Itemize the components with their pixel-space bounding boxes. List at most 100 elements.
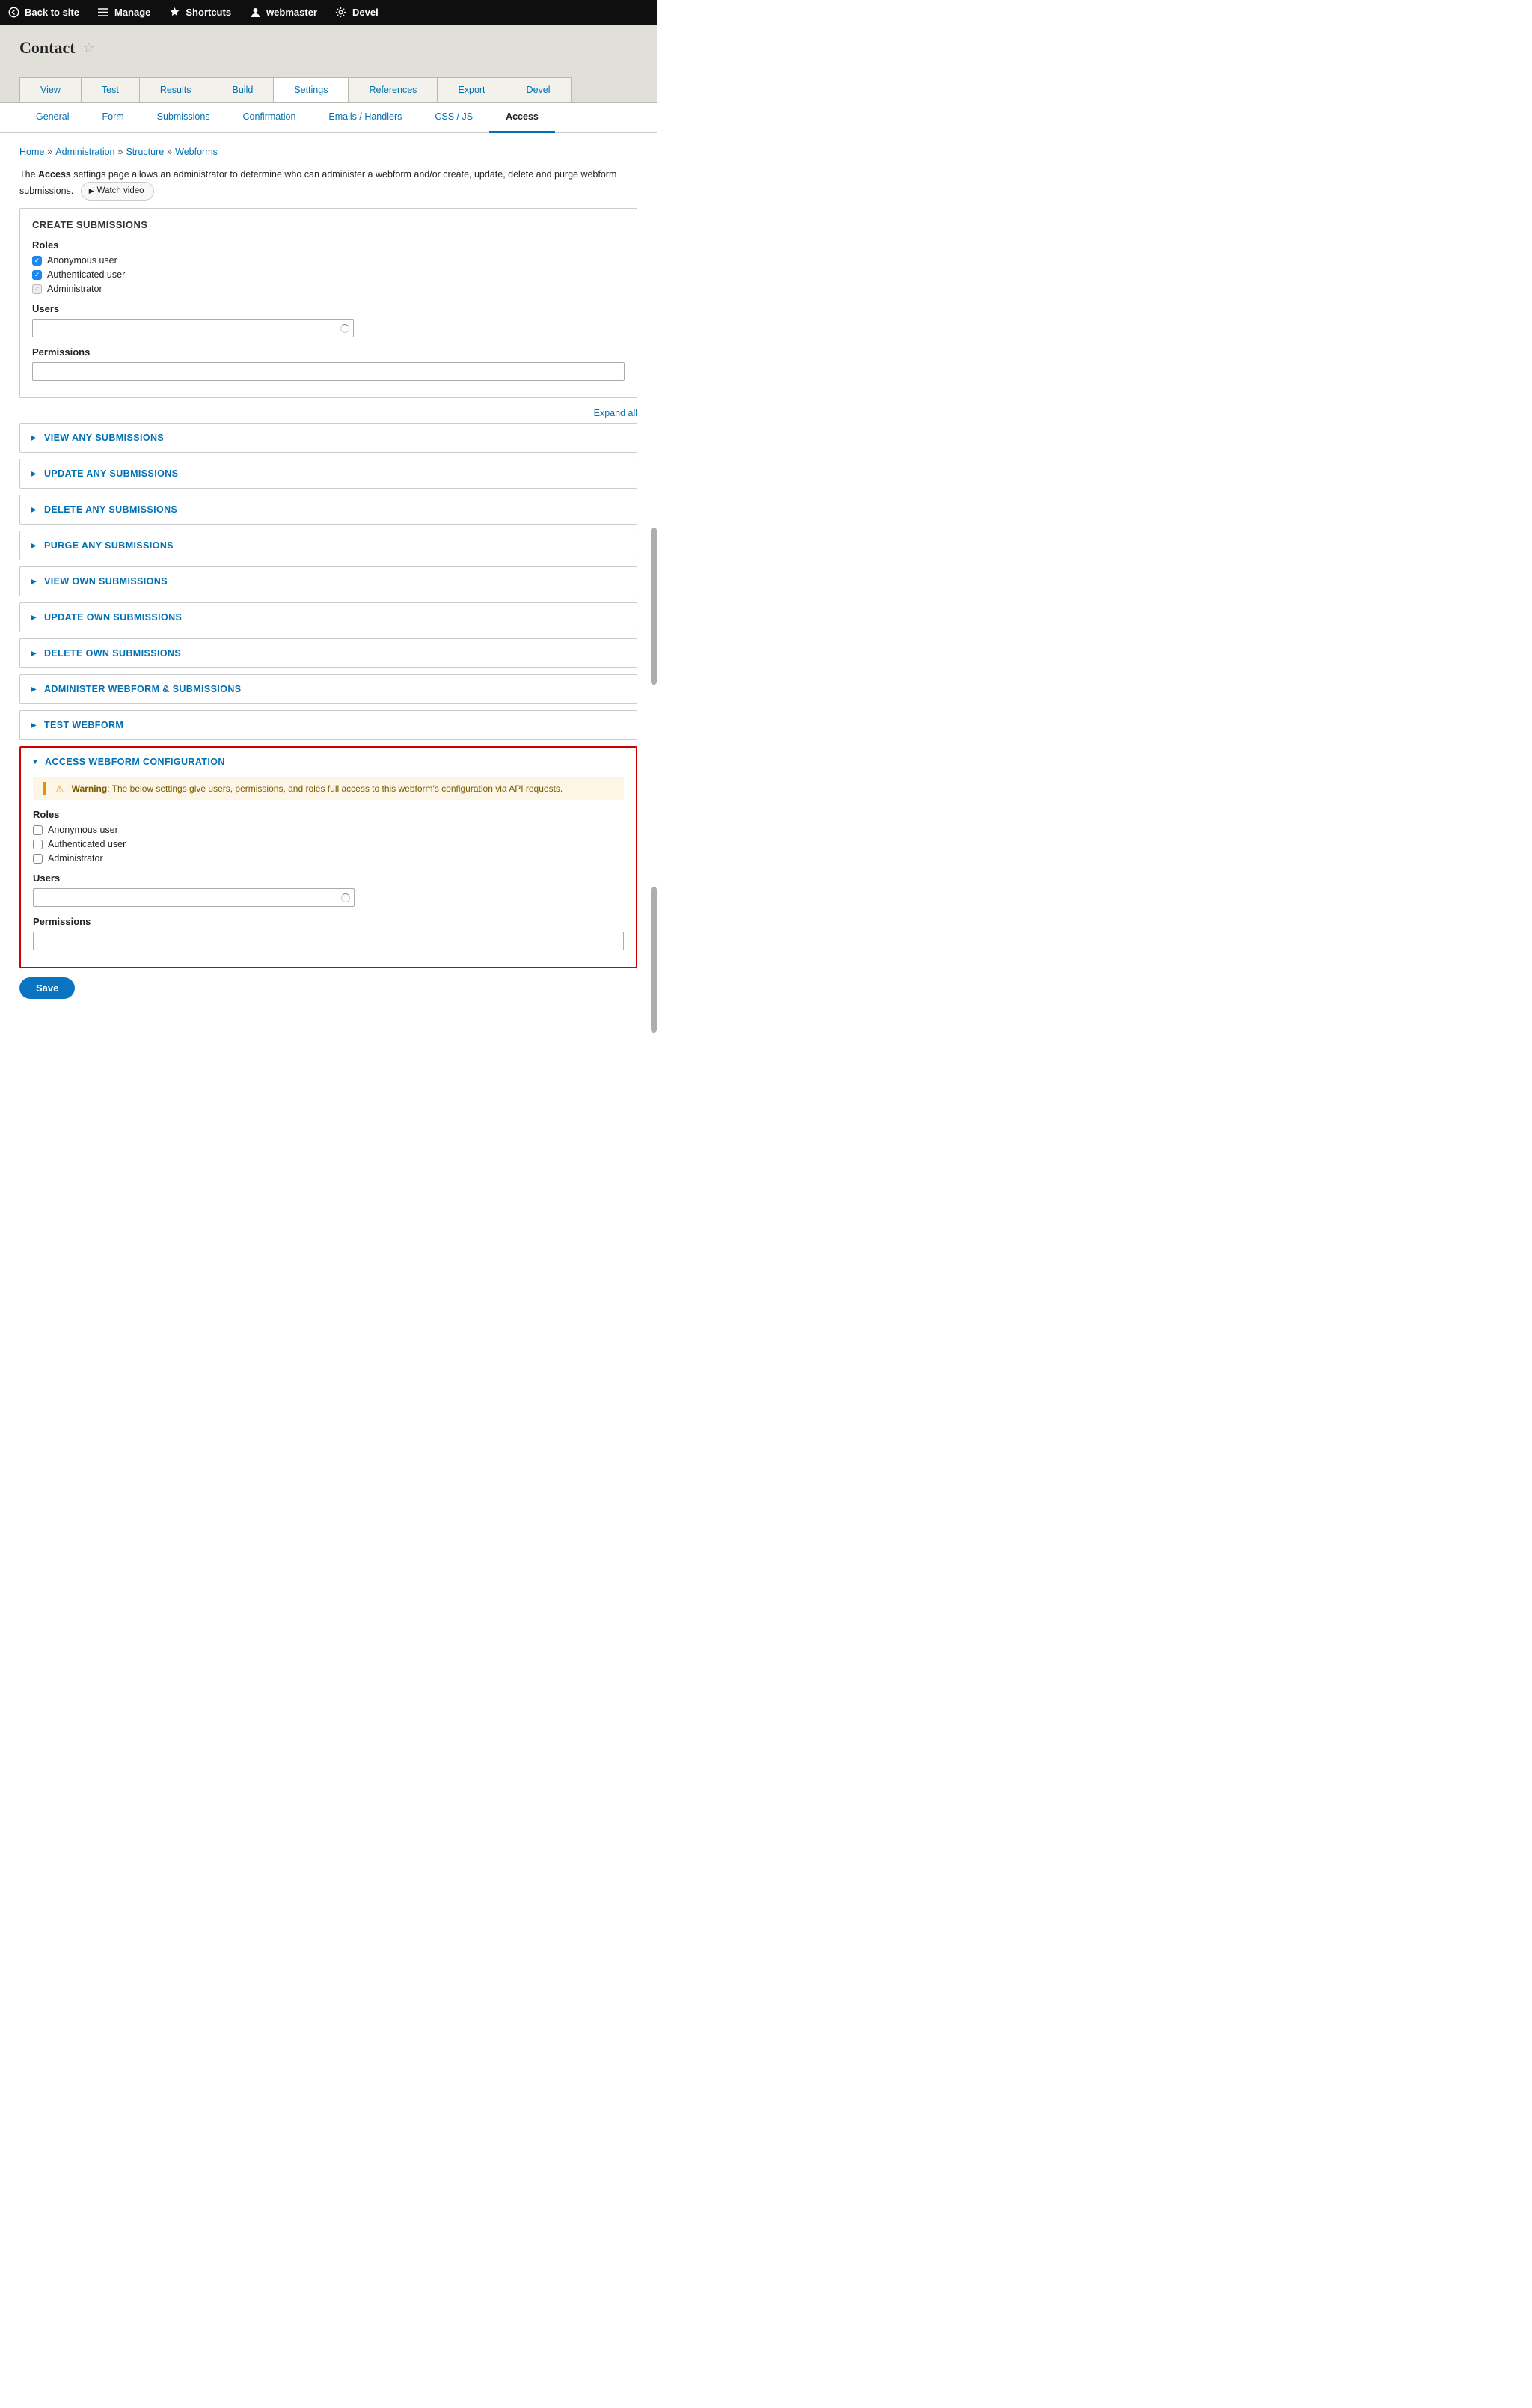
breadcrumb: Home»Administration»Structure»Webforms xyxy=(19,147,637,157)
tab-test[interactable]: Test xyxy=(81,77,140,102)
panel-summary[interactable]: ▶ PURGE ANY SUBMISSIONS xyxy=(20,531,637,560)
panel-title: PURGE ANY SUBMISSIONS xyxy=(44,540,174,551)
save-button[interactable]: Save xyxy=(19,977,75,999)
subtab-access[interactable]: Access xyxy=(489,103,555,133)
tab-export[interactable]: Export xyxy=(437,77,506,102)
secondary-tabs: GeneralFormSubmissionsConfirmationEmails… xyxy=(0,103,657,133)
role-checkbox[interactable] xyxy=(33,854,43,864)
manage-link[interactable]: Manage xyxy=(90,7,161,19)
autocomplete-spinner-icon xyxy=(340,324,349,333)
tab-results[interactable]: Results xyxy=(139,77,212,102)
breadcrumb-separator: » xyxy=(164,147,175,157)
warning-icon: ⚠ xyxy=(55,783,64,795)
tab-view[interactable]: View xyxy=(19,77,82,102)
panel-summary[interactable]: ▼ ACCESS WEBFORM CONFIGURATION xyxy=(21,748,636,774)
permissions-input[interactable] xyxy=(33,932,624,950)
warning-strong: Warning xyxy=(72,783,108,794)
page-title: Contact xyxy=(19,38,76,58)
scrollbar[interactable] xyxy=(651,887,657,1033)
panel-title: ADMINISTER WEBFORM & SUBMISSIONS xyxy=(44,684,242,694)
role-row: Authenticated user xyxy=(32,269,625,280)
role-label: Anonymous user xyxy=(47,255,117,266)
breadcrumb-link[interactable]: Webforms xyxy=(175,147,218,157)
person-icon xyxy=(249,7,261,19)
panel-summary[interactable]: ▶ ADMINISTER WEBFORM & SUBMISSIONS xyxy=(20,675,637,703)
role-checkbox[interactable] xyxy=(33,825,43,835)
back-icon xyxy=(7,7,19,19)
caret-right-icon: ▶ xyxy=(31,542,38,550)
subtab-general[interactable]: General xyxy=(19,103,85,132)
watch-video-button[interactable]: ▶Watch video xyxy=(81,182,154,201)
users-label: Users xyxy=(33,873,624,884)
users-input[interactable] xyxy=(33,888,355,907)
scrollbar[interactable] xyxy=(651,528,657,685)
role-checkbox[interactable] xyxy=(32,256,42,266)
hamburger-icon xyxy=(97,7,109,19)
warning-alert: ⚠ Warning: The below settings give users… xyxy=(33,777,624,800)
subtab-form[interactable]: Form xyxy=(85,103,140,132)
video-label: Watch video xyxy=(97,186,144,195)
collapsible-panel: ▶UPDATE ANY SUBMISSIONS xyxy=(19,459,637,489)
devel-link[interactable]: Devel xyxy=(328,7,389,19)
back-to-site-link[interactable]: Back to site xyxy=(0,7,90,19)
subtab-confirmation[interactable]: Confirmation xyxy=(227,103,313,132)
permissions-label: Permissions xyxy=(32,346,625,358)
panel-title: VIEW ANY SUBMISSIONS xyxy=(44,433,164,443)
permissions-input[interactable] xyxy=(32,362,625,381)
role-label: Anonymous user xyxy=(48,825,118,835)
tab-settings[interactable]: Settings xyxy=(273,77,349,102)
users-input-wrapper xyxy=(32,319,354,337)
intro-strong: Access xyxy=(38,169,71,180)
back-label: Back to site xyxy=(25,7,79,18)
breadcrumb-link[interactable]: Home xyxy=(19,147,44,157)
breadcrumb-link[interactable]: Administration xyxy=(55,147,114,157)
permissions-input-wrapper xyxy=(33,932,624,950)
breadcrumb-link[interactable]: Structure xyxy=(126,147,164,157)
users-input-wrapper xyxy=(33,888,355,907)
content-region: Home»Administration»Structure»Webforms T… xyxy=(0,133,657,1021)
collapsible-panel: ▶DELETE OWN SUBMISSIONS xyxy=(19,638,637,668)
user-link[interactable]: webmaster xyxy=(242,7,328,19)
users-input[interactable] xyxy=(32,319,354,337)
panel-summary[interactable]: ▶VIEW ANY SUBMISSIONS xyxy=(20,424,637,452)
role-checkbox[interactable] xyxy=(33,840,43,849)
tab-devel[interactable]: Devel xyxy=(506,77,572,102)
caret-right-icon: ▶ xyxy=(31,685,38,694)
role-row: Authenticated user xyxy=(33,839,624,849)
subtab-css-js[interactable]: CSS / JS xyxy=(418,103,489,132)
header-region: Contact ☆ ViewTestResultsBuildSettingsRe… xyxy=(0,25,657,103)
intro-text: The Access settings page allows an admin… xyxy=(19,168,637,201)
panel-summary[interactable]: ▶VIEW OWN SUBMISSIONS xyxy=(20,567,637,596)
warning-text: : The below settings give users, permiss… xyxy=(107,783,563,794)
intro-pre: The xyxy=(19,169,38,180)
create-submissions-panel: CREATE SUBMISSIONS Roles Anonymous userA… xyxy=(19,208,637,398)
expand-all-link[interactable]: Expand all xyxy=(594,408,637,418)
collapsible-panel: ▶UPDATE OWN SUBMISSIONS xyxy=(19,602,637,632)
role-row: Anonymous user xyxy=(33,825,624,835)
collapsible-panel: ▶VIEW ANY SUBMISSIONS xyxy=(19,423,637,453)
favorite-star-icon[interactable]: ☆ xyxy=(83,40,95,56)
panel-summary[interactable]: ▶UPDATE ANY SUBMISSIONS xyxy=(20,459,637,488)
role-row: Administrator xyxy=(33,853,624,864)
subtab-emails-handlers[interactable]: Emails / Handlers xyxy=(312,103,418,132)
panel-summary[interactable]: ▶DELETE OWN SUBMISSIONS xyxy=(20,639,637,667)
role-checkbox xyxy=(32,284,42,294)
shortcuts-label: Shortcuts xyxy=(186,7,231,18)
shortcuts-link[interactable]: Shortcuts xyxy=(161,7,242,19)
panel-summary[interactable]: ▶TEST WEBFORM xyxy=(20,711,637,739)
panel-title: VIEW OWN SUBMISSIONS xyxy=(44,576,168,587)
caret-right-icon: ▶ xyxy=(31,470,38,478)
tab-build[interactable]: Build xyxy=(212,77,275,102)
expand-all-wrapper: Expand all xyxy=(19,407,637,418)
role-checkbox[interactable] xyxy=(32,270,42,280)
panel-title: CREATE SUBMISSIONS xyxy=(32,219,625,230)
panel-summary[interactable]: ▶UPDATE OWN SUBMISSIONS xyxy=(20,603,637,632)
subtab-submissions[interactable]: Submissions xyxy=(141,103,227,132)
role-label: Administrator xyxy=(48,853,103,864)
devel-label: Devel xyxy=(352,7,379,18)
panel-summary[interactable]: ▶DELETE ANY SUBMISSIONS xyxy=(20,495,637,524)
tab-references[interactable]: References xyxy=(348,77,438,102)
permissions-label: Permissions xyxy=(33,916,624,927)
collapsible-panel: ▶ PURGE ANY SUBMISSIONS xyxy=(19,531,637,560)
role-row: Administrator xyxy=(32,284,625,294)
